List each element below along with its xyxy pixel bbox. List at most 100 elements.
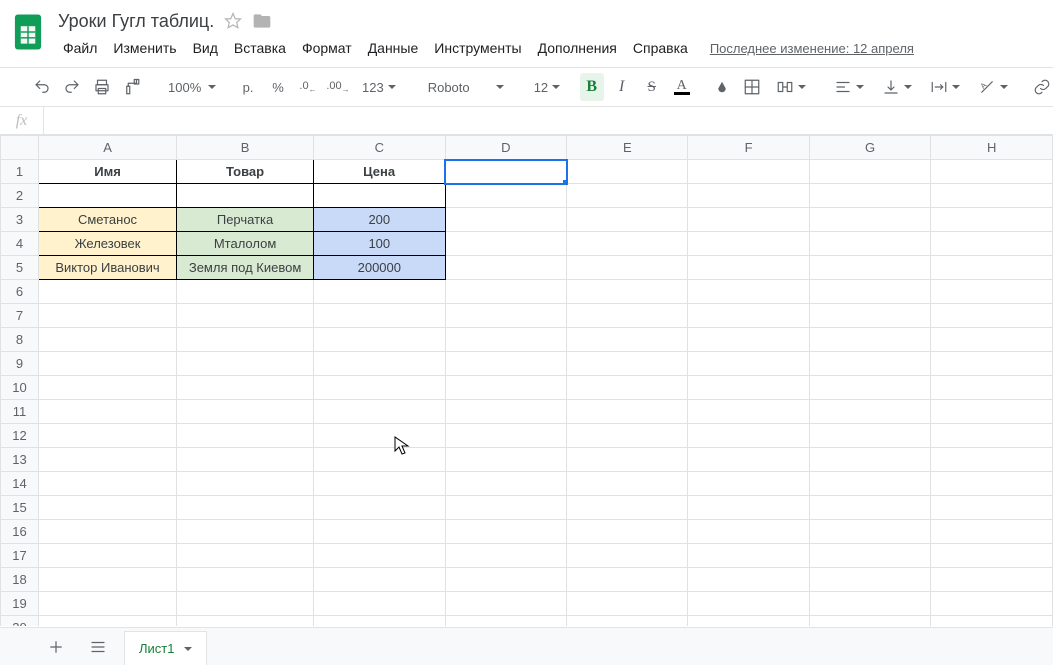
cell-g3[interactable]: [809, 208, 931, 232]
cell[interactable]: [445, 592, 567, 616]
cell[interactable]: [688, 544, 809, 568]
fontsize-select[interactable]: 12: [524, 73, 564, 101]
cell[interactable]: [931, 616, 1053, 627]
cell[interactable]: [314, 328, 445, 352]
cell[interactable]: [177, 520, 314, 544]
row-header-6[interactable]: 6: [1, 280, 39, 304]
cell[interactable]: [931, 352, 1053, 376]
cell[interactable]: [445, 496, 567, 520]
cell[interactable]: [445, 424, 567, 448]
cell[interactable]: [177, 472, 314, 496]
cell[interactable]: [314, 448, 445, 472]
cell[interactable]: [445, 280, 567, 304]
row-header-14[interactable]: 14: [1, 472, 39, 496]
rotate-button[interactable]: A: [972, 73, 1014, 101]
cell-g4[interactable]: [809, 232, 931, 256]
cell[interactable]: [39, 520, 177, 544]
cell[interactable]: [688, 568, 809, 592]
strikethrough-button[interactable]: S: [640, 73, 664, 101]
cell[interactable]: [39, 304, 177, 328]
menu-edit[interactable]: Изменить: [106, 35, 183, 61]
col-header-h[interactable]: H: [931, 136, 1053, 160]
cell-c3[interactable]: 200: [314, 208, 445, 232]
cell[interactable]: [177, 424, 314, 448]
cell-e2[interactable]: [567, 184, 688, 208]
row-header-5[interactable]: 5: [1, 256, 39, 280]
cell[interactable]: [567, 568, 688, 592]
menu-data[interactable]: Данные: [361, 35, 426, 61]
cell[interactable]: [809, 328, 931, 352]
cell[interactable]: [314, 424, 445, 448]
cell[interactable]: [39, 376, 177, 400]
cell[interactable]: [688, 304, 809, 328]
cell[interactable]: [39, 424, 177, 448]
cell[interactable]: [688, 592, 809, 616]
cell-f2[interactable]: [688, 184, 809, 208]
cell[interactable]: [688, 280, 809, 304]
cell-b4[interactable]: Мталолом: [177, 232, 314, 256]
cell-d4[interactable]: [445, 232, 567, 256]
cell[interactable]: [39, 568, 177, 592]
cell-g2[interactable]: [809, 184, 931, 208]
cell-e5[interactable]: [567, 256, 688, 280]
cell[interactable]: [39, 448, 177, 472]
col-header-a[interactable]: A: [39, 136, 177, 160]
sheet-tab-active[interactable]: Лист1: [124, 631, 207, 665]
cell[interactable]: [314, 544, 445, 568]
cell[interactable]: [931, 280, 1053, 304]
cell[interactable]: [688, 328, 809, 352]
col-header-b[interactable]: B: [177, 136, 314, 160]
cell[interactable]: [688, 352, 809, 376]
cell[interactable]: [931, 376, 1053, 400]
cell[interactable]: [177, 616, 314, 627]
star-icon[interactable]: [224, 12, 242, 30]
borders-button[interactable]: [740, 73, 764, 101]
cell[interactable]: [688, 616, 809, 627]
cell[interactable]: [567, 496, 688, 520]
last-edit[interactable]: Последнее изменение: 12 апреля: [703, 36, 921, 61]
row-header-20[interactable]: 20: [1, 616, 39, 627]
cell[interactable]: [809, 304, 931, 328]
cell-g1[interactable]: [809, 160, 931, 184]
cell[interactable]: [567, 616, 688, 627]
cell-a3[interactable]: Сметанос: [39, 208, 177, 232]
cell[interactable]: [809, 400, 931, 424]
halign-button[interactable]: [828, 73, 870, 101]
cell[interactable]: [445, 472, 567, 496]
cell[interactable]: [567, 448, 688, 472]
cell[interactable]: [809, 352, 931, 376]
textcolor-button[interactable]: A: [670, 73, 694, 101]
row-header-2[interactable]: 2: [1, 184, 39, 208]
cell[interactable]: [567, 520, 688, 544]
cell-d2[interactable]: [445, 184, 567, 208]
wrap-button[interactable]: [924, 73, 966, 101]
cell[interactable]: [177, 496, 314, 520]
cell[interactable]: [39, 328, 177, 352]
cell-b2[interactable]: [177, 184, 314, 208]
cell[interactable]: [567, 304, 688, 328]
row-header-4[interactable]: 4: [1, 232, 39, 256]
cell[interactable]: [314, 376, 445, 400]
cell[interactable]: [314, 616, 445, 627]
cell[interactable]: [931, 424, 1053, 448]
cell-f1[interactable]: [688, 160, 809, 184]
cell[interactable]: [39, 472, 177, 496]
cell-h3[interactable]: [931, 208, 1053, 232]
cell-f4[interactable]: [688, 232, 809, 256]
currency-button[interactable]: р.: [236, 73, 260, 101]
cell-h5[interactable]: [931, 256, 1053, 280]
cell[interactable]: [314, 496, 445, 520]
cell[interactable]: [445, 520, 567, 544]
row-header-19[interactable]: 19: [1, 592, 39, 616]
cell[interactable]: [931, 496, 1053, 520]
menu-file[interactable]: Файл: [56, 35, 104, 61]
cell[interactable]: [809, 280, 931, 304]
row-header-17[interactable]: 17: [1, 544, 39, 568]
spreadsheet-grid[interactable]: A B C D E F G H 1 Имя Товар Цена 2: [0, 135, 1053, 626]
cell[interactable]: [445, 376, 567, 400]
bold-button[interactable]: B: [580, 73, 604, 101]
cell-e1[interactable]: [567, 160, 688, 184]
cell[interactable]: [931, 592, 1053, 616]
cell[interactable]: [567, 328, 688, 352]
col-header-d[interactable]: D: [445, 136, 567, 160]
